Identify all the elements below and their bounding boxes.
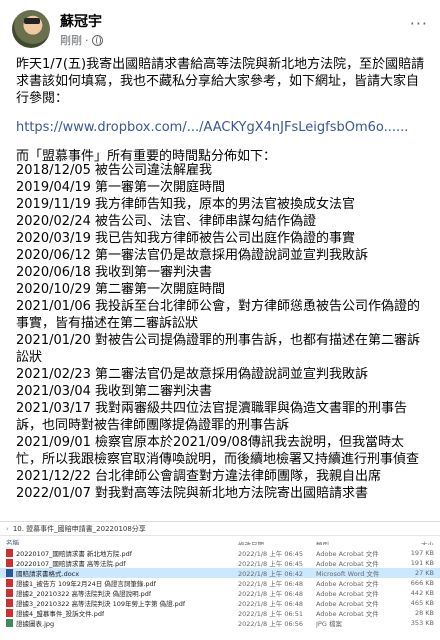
column-name[interactable]: 名稱 xyxy=(6,539,238,545)
file-date: 2022/1/8 上午 06:56 xyxy=(238,620,304,628)
avatar[interactable] xyxy=(12,10,50,48)
column-date[interactable]: 修改日期 xyxy=(238,539,316,545)
timeline-item: 2021/09/01 檢察官原本於2021/09/08傳訊我去說明，但我當時太忙… xyxy=(16,435,420,467)
pdf-icon xyxy=(6,609,13,617)
post-meta: 剛剛 · xyxy=(60,32,103,48)
timeline-item: 2021/01/20 對被告公司提偽證罪的刑事告訴，也都有描述在第二審訴訟狀 xyxy=(16,333,421,365)
timeline-item: 2018/12/05 被告公司違法解雇我 xyxy=(16,163,213,178)
file-name: 20220107_國賠請求書 高等法院.pdf xyxy=(16,560,126,568)
file-date: 2022/1/8 上午 06:48 xyxy=(238,590,304,598)
file-row-selected[interactable]: 國賠請求書格式.docx 2022/1/8 上午 06:42 Microsoft… xyxy=(0,568,440,578)
file-name: 證據4_盟慕事件_投訴文件.pdf xyxy=(16,610,105,618)
file-row[interactable]: 證據2_20210322 高等法院判決 偽證說明.pdf 2022/1/8 上午… xyxy=(0,588,440,598)
file-type: Adobe Acrobat 文件 xyxy=(316,550,379,558)
dropbox-link[interactable]: https://www.dropbox.com/.../AACKYgX4nJFs… xyxy=(16,119,428,136)
pdf-icon xyxy=(6,599,13,607)
timeline-item: 2020/06/18 我收到第一審判決書 xyxy=(16,265,213,280)
file-size: 197 KB xyxy=(410,549,434,557)
pdf-icon xyxy=(6,549,13,557)
file-type: Microsoft Word 文件 xyxy=(316,570,380,578)
file-type: Adobe Acrobat 文件 xyxy=(316,560,379,568)
file-name: 證據圖表.jpg xyxy=(16,620,55,628)
timeline-item: 2021/03/04 我收到第二審判決書 xyxy=(16,384,213,399)
file-type: Adobe Acrobat 文件 xyxy=(316,600,379,608)
file-size: 442 KB xyxy=(410,589,434,597)
more-options-icon[interactable]: ··· xyxy=(410,14,428,33)
file-row[interactable]: 20220107_國賠請求書 高等法院.pdf 2022/1/8 上午 06:4… xyxy=(0,558,440,568)
file-row[interactable]: 證據1_被告方 109年2月24日 偽證言詞筆錄.pdf 2022/1/8 上午… xyxy=(0,578,440,588)
post-intro: 昨天1/7(五)我寄出國賠請求書給高等法院與新北地方法院，至於國賠請求書該如何填… xyxy=(16,57,425,106)
file-row[interactable]: 20220107_國賠請求書 新北地方院.pdf 2022/1/8 上午 06:… xyxy=(0,548,440,558)
file-date: 2022/1/8 上午 06:45 xyxy=(238,560,304,568)
timeline-item: 2020/03/19 我已告知我方律師被告公司出庭作偽證的事實 xyxy=(16,231,356,246)
chevron-right-icon: › xyxy=(6,524,9,533)
file-type: Adobe Acrobat 文件 xyxy=(316,590,379,598)
post-time[interactable]: 剛剛 xyxy=(60,32,82,48)
column-type[interactable]: 類型 xyxy=(316,539,404,545)
file-date: 2022/1/8 上午 06:42 xyxy=(238,570,304,578)
file-row[interactable]: 證據4_盟慕事件_投訴文件.pdf 2022/1/8 上午 06:51 Adob… xyxy=(0,608,440,618)
file-explorer-screenshot: › 10. 盟慕事件_國賠申請書_20220108分享 名稱 修改日期 類型 大… xyxy=(0,521,440,640)
author-name[interactable]: 蘇冠宇 xyxy=(60,11,102,31)
timeline-item: 2019/04/19 第一審第一次開庭時間 xyxy=(16,180,226,195)
explorer-header: 名稱 修改日期 類型 大小 xyxy=(0,536,440,548)
file-date: 2022/1/8 上午 06:45 xyxy=(238,550,304,558)
file-row[interactable]: 證據圖表.jpg 2022/1/8 上午 06:56 JPG 檔案 353 KB xyxy=(0,618,440,628)
word-doc-icon xyxy=(6,569,13,577)
file-name: 20220107_國賠請求書 新北地方院.pdf xyxy=(16,550,133,558)
file-date: 2022/1/8 上午 06:48 xyxy=(238,580,304,588)
pdf-icon xyxy=(6,559,13,567)
pdf-icon xyxy=(6,589,13,597)
file-row[interactable]: 證據3_20210322 高等法院判決 109年勞上字第 偽證.pdf 2022… xyxy=(0,598,440,608)
file-date: 2022/1/8 上午 06:51 xyxy=(238,610,304,618)
file-name: 國賠請求書格式.docx xyxy=(16,570,80,578)
timeline-item: 2021/02/23 第二審法官仍是故意採用偽證說詞並宣判我敗訴 xyxy=(16,367,369,382)
timeline-item: 2022/01/07 對我對高等法院與新北地方法院寄出國賠請求書 xyxy=(16,486,369,501)
timeline-item: 2019/11/19 我方律師告知我，原本的男法官被換成女法官 xyxy=(16,197,356,212)
timeline-item: 2020/06/12 第一審法官仍是故意採用偽證說詞並宣判我敗訴 xyxy=(16,248,369,263)
file-type: Adobe Acrobat 文件 xyxy=(316,610,379,618)
post-header: 蘇冠宇 剛剛 · ··· xyxy=(12,10,428,50)
timeline-item: 2021/12/22 台北律師公會調查對方違法律師團隊，我親自出席 xyxy=(16,469,382,484)
file-size: 28 KB xyxy=(414,609,434,617)
explorer-path-bar[interactable]: › 10. 盟慕事件_國賠申請書_20220108分享 xyxy=(0,522,440,536)
globe-icon xyxy=(91,34,103,46)
explorer-path: 10. 盟慕事件_國賠申請書_20220108分享 xyxy=(12,524,146,533)
post-body: 昨天1/7(五)我寄出國賠請求書給高等法院與新北地方法院，至於國賠請求書該如何填… xyxy=(16,56,428,177)
file-size: 666 KB xyxy=(410,579,434,587)
timeline-item: 2021/03/17 我對兩審級共四位法官提瀆職罪與偽造文書罪的刑事告訴，也同時… xyxy=(16,401,408,433)
image-file-icon xyxy=(6,619,13,627)
file-size: 191 KB xyxy=(410,559,434,567)
timeline-item: 2021/01/06 我投訴至台北律師公會，對方律師慫恿被告公司作偽證的事實，皆… xyxy=(16,299,421,331)
column-size[interactable]: 大小 xyxy=(404,539,434,545)
file-date: 2022/1/8 上午 06:48 xyxy=(238,600,304,608)
file-type: Adobe Acrobat 文件 xyxy=(316,580,379,588)
file-name: 證據1_被告方 109年2月24日 偽證言詞筆錄.pdf xyxy=(16,580,156,588)
file-name: 證據2_20210322 高等法院判決 偽證說明.pdf xyxy=(16,590,152,598)
file-name: 證據3_20210322 高等法院判決 109年勞上字第 偽證.pdf xyxy=(16,600,186,608)
facebook-post: 蘇冠宇 剛剛 · ··· 昨天1/7(五)我寄出國賠請求書給高等法院與新北地方法… xyxy=(0,0,440,640)
file-size: 353 KB xyxy=(410,619,434,627)
timeline-list: 2018/12/05 被告公司違法解雇我 2019/04/19 第一審第一次開庭… xyxy=(16,162,428,502)
file-size: 27 KB xyxy=(414,569,434,577)
pdf-icon xyxy=(6,579,13,587)
timeline-item: 2020/02/24 被告公司、法官、律師串謀勾結作偽證 xyxy=(16,214,317,229)
file-type: JPG 檔案 xyxy=(316,620,342,628)
timeline-item: 2020/10/29 第二審第一次開庭時間 xyxy=(16,282,226,297)
file-size: 465 KB xyxy=(410,599,434,607)
